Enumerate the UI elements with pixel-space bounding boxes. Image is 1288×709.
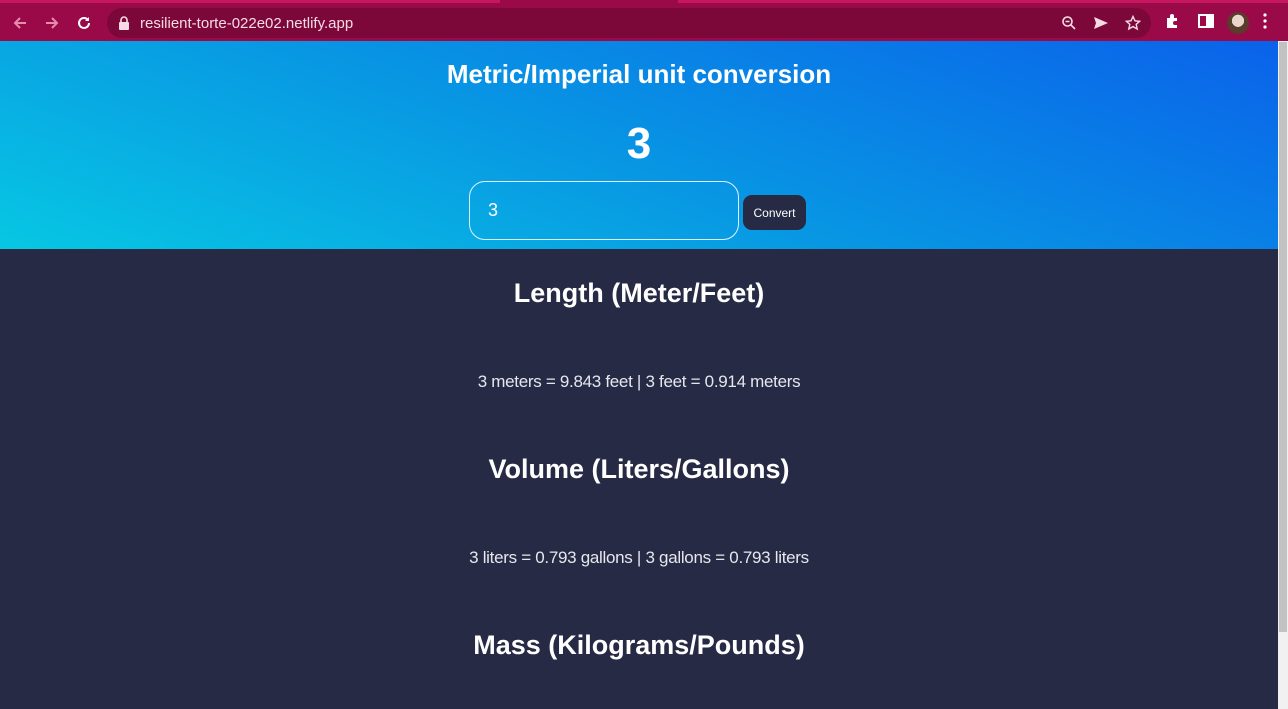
mass-title: Mass (Kilograms/Pounds) [473,630,805,660]
avatar[interactable] [1227,12,1249,34]
number-input[interactable] [469,181,739,240]
url-text: resilient-torte-022e02.netlify.app [140,15,354,32]
lock-icon[interactable] [117,15,133,31]
convert-button[interactable]: Convert [743,195,806,230]
zoom-icon[interactable] [1061,15,1077,31]
menu-icon[interactable] [1262,12,1282,32]
display-value: 3 [626,119,652,168]
page-title: Metric/Imperial unit conversion [446,59,832,89]
page-scrollbar[interactable] [1278,41,1288,709]
star-icon[interactable] [1124,14,1142,31]
back-arrow-icon[interactable] [6,9,34,37]
length-result: 3 meters = 9.843 feet | 3 feet = 0.914 m… [477,372,801,391]
sidepanel-icon[interactable] [1197,12,1217,32]
length-title: Length (Meter/Feet) [513,278,765,308]
scrollbar-thumb[interactable] [1279,42,1287,632]
reload-icon[interactable] [70,9,98,37]
volume-result: 3 liters = 0.793 gallons | 3 gallons = 0… [469,548,809,567]
active-tab-indicator [500,0,678,3]
converter-header: Metric/Imperial unit conversion 3 Conver… [0,41,1278,249]
extensions-icon[interactable] [1164,12,1184,32]
volume-title: Volume (Liters/Gallons) [488,454,790,484]
forward-arrow-icon[interactable] [38,9,66,37]
address-bar[interactable]: resilient-torte-022e02.netlify.app [107,8,1151,38]
send-icon[interactable] [1093,15,1109,31]
browser-toolbar: resilient-torte-022e02.netlify.app [0,0,1288,41]
